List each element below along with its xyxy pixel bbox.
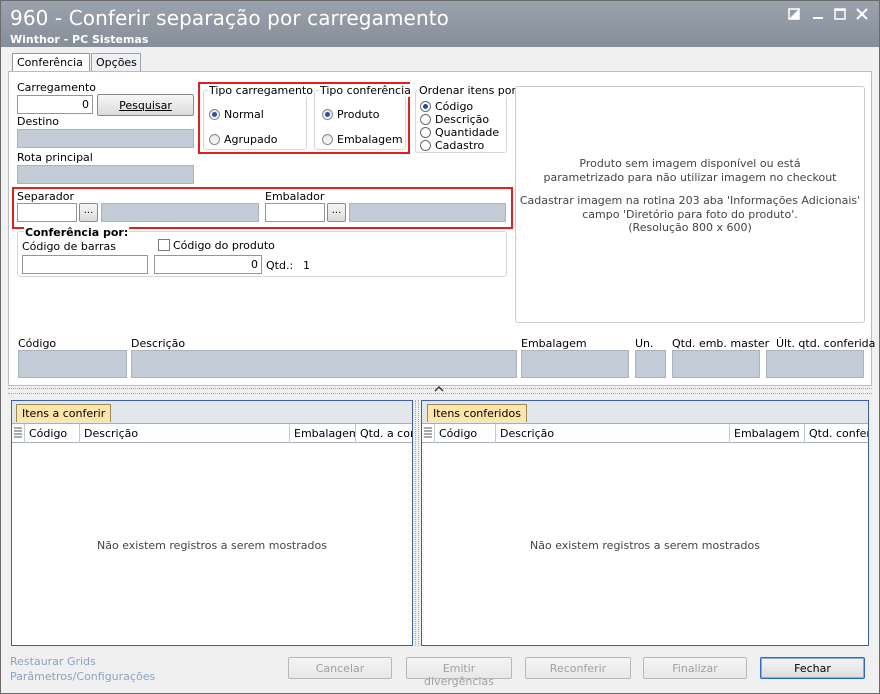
detail-codigo-field xyxy=(18,350,127,378)
grid-menu-icon[interactable] xyxy=(422,424,435,443)
window-subtitle: Winthor - PC Sistemas xyxy=(10,33,149,46)
detail-un-label: Un. xyxy=(635,337,654,350)
cancelar-button[interactable]: Cancelar xyxy=(288,657,392,679)
detail-ult-qtd-label: Últ. qtd. conferida xyxy=(776,337,876,350)
column-header-embalagem[interactable]: Embalagem xyxy=(290,424,356,443)
parametros-link[interactable]: Parâmetros/Configurações xyxy=(10,670,155,683)
restaurar-grids-link[interactable]: Restaurar Grids xyxy=(10,655,96,668)
column-header-codigo[interactable]: Código xyxy=(25,424,80,443)
produto-label: Produto xyxy=(337,108,380,121)
ordenar-cadastro-label: Cadastro xyxy=(435,139,485,152)
ordenar-codigo-label: Código xyxy=(435,100,474,113)
detail-embalagem-label: Embalagem xyxy=(521,337,587,350)
detail-qtd-master-field xyxy=(672,350,760,378)
agrupado-label: Agrupado xyxy=(224,133,278,146)
rota-principal-field xyxy=(17,165,194,184)
column-header-embalagem[interactable]: Embalagem xyxy=(730,424,805,443)
grid-header: Código Descrição Embalagem Qtd. confer xyxy=(422,424,868,443)
grid-empty-message: Não existem registros a serem mostrados xyxy=(97,539,327,552)
image-msg-line3: Cadastrar imagem na rotina 203 aba 'Info… xyxy=(519,194,861,207)
tab-itens-conferidos[interactable]: Itens conferidos xyxy=(427,404,527,422)
tab-itens-a-conferir[interactable]: Itens a conferir xyxy=(16,404,112,422)
minimize-icon[interactable] xyxy=(810,8,826,22)
codigo-produto-label: Código do produto xyxy=(173,239,275,252)
detail-un-field xyxy=(635,350,666,378)
image-msg-line2: parametrizado para não utilizar imagem n… xyxy=(543,171,837,184)
rota-principal-label: Rota principal xyxy=(17,151,93,164)
column-header-descricao[interactable]: Descrição xyxy=(496,424,730,443)
normal-radio[interactable] xyxy=(209,109,220,120)
vertical-splitter[interactable] xyxy=(415,400,419,646)
separador-name-field xyxy=(101,203,259,222)
column-header-qtd[interactable]: Qtd. confer xyxy=(805,424,868,443)
grid-empty-message: Não existem registros a serem mostrados xyxy=(530,539,760,552)
ordenar-cadastro-radio[interactable] xyxy=(420,140,431,151)
ordenar-quantidade-radio[interactable] xyxy=(420,127,431,138)
image-msg-line5: (Resolução 800 x 600) xyxy=(628,221,752,234)
embalador-name-field xyxy=(349,203,506,222)
quantidade-input[interactable]: 0 xyxy=(154,255,262,274)
separador-input[interactable] xyxy=(17,203,77,222)
tab-conferencia[interactable]: Conferência xyxy=(12,53,90,72)
conferencia-por-legend: Conferência por: xyxy=(24,226,130,239)
tab-opcoes[interactable]: Opções xyxy=(91,53,141,71)
restore-icon[interactable] xyxy=(786,8,802,22)
destino-field xyxy=(17,129,194,148)
finalizar-button[interactable]: Finalizar xyxy=(643,657,747,679)
emitir-divergencias-button[interactable]: Emitir divergências xyxy=(406,657,512,688)
embalador-browse-button[interactable]: ... xyxy=(327,203,346,222)
detail-descricao-label: Descrição xyxy=(131,337,186,350)
codigo-barras-label: Código de barras xyxy=(22,240,116,253)
maximize-icon[interactable] xyxy=(832,8,848,22)
ordenar-descricao-label: Descrição xyxy=(435,113,490,126)
column-header-codigo[interactable]: Código xyxy=(435,424,496,443)
tipo-conferencia-legend: Tipo conferência xyxy=(319,84,412,97)
codigo-produto-checkbox[interactable] xyxy=(158,239,170,251)
reconferir-button[interactable]: Reconferir xyxy=(525,657,631,679)
detail-ult-qtd-field xyxy=(766,350,864,378)
ordenar-codigo-radio[interactable] xyxy=(420,101,431,112)
qtd-value: 1 xyxy=(303,259,310,272)
ordenar-quantidade-label: Quantidade xyxy=(435,126,500,139)
codigo-barras-input[interactable] xyxy=(22,255,148,274)
itens-conferidos-panel: Itens conferidos Código Descrição Embala… xyxy=(421,400,869,646)
image-msg-line4: campo 'Diretório para foto do produto'. xyxy=(582,208,798,221)
column-header-descricao[interactable]: Descrição xyxy=(80,424,290,443)
column-header-qtd[interactable]: Qtd. a cor xyxy=(356,424,412,443)
grid-header: Código Descrição Embalagem Qtd. a cor xyxy=(12,424,412,443)
detail-codigo-label: Código xyxy=(18,337,57,350)
close-icon[interactable] xyxy=(854,8,870,22)
detail-embalagem-field xyxy=(521,350,629,378)
product-image-panel: Produto sem imagem disponível ou está pa… xyxy=(515,86,865,323)
carregamento-label: Carregamento xyxy=(17,81,97,94)
separador-label: Separador xyxy=(17,190,74,203)
embalagem-radio[interactable] xyxy=(322,134,333,145)
normal-label: Normal xyxy=(224,108,264,121)
embalador-input[interactable] xyxy=(265,203,325,222)
destino-label: Destino xyxy=(17,115,60,128)
embalagem-label: Embalagem xyxy=(337,133,403,146)
detail-descricao-field xyxy=(131,350,517,378)
qtd-label: Qtd.: xyxy=(266,259,294,272)
grid-menu-icon[interactable] xyxy=(12,424,25,443)
itens-a-conferir-panel: Itens a conferir Código Descrição Embala… xyxy=(11,400,413,646)
agrupado-radio[interactable] xyxy=(209,134,220,145)
carregamento-input[interactable]: 0 xyxy=(17,95,93,114)
splitter-chevron-icon[interactable] xyxy=(434,385,444,396)
image-msg-line1: Produto sem imagem disponível ou está xyxy=(579,157,801,170)
separador-browse-button[interactable]: ... xyxy=(79,203,98,222)
window-title: 960 - Conferir separação por carregament… xyxy=(10,6,450,30)
fechar-button[interactable]: Fechar xyxy=(760,657,865,679)
produto-radio[interactable] xyxy=(322,109,333,120)
ordenar-legend: Ordenar itens por xyxy=(418,84,518,97)
ordenar-descricao-radio[interactable] xyxy=(420,114,431,125)
embalador-label: Embalador xyxy=(265,190,325,203)
tipo-carregamento-legend: Tipo carregamento xyxy=(208,84,315,97)
detail-qtd-master-label: Qtd. emb. master xyxy=(672,337,770,350)
pesquisar-button[interactable]: Pesquisar xyxy=(97,94,194,116)
